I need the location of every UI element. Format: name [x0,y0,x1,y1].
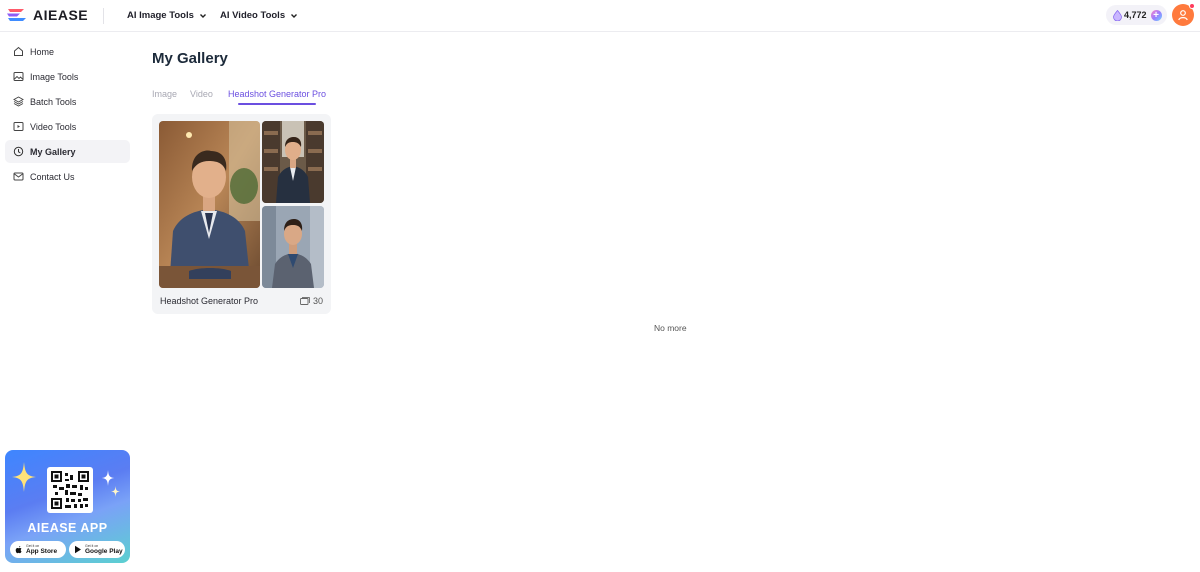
top-header: AIEASE AI Image Tools AI Video Tools 4,7… [0,0,1200,32]
active-tab-indicator [238,103,316,105]
google-play-icon [75,545,81,554]
sparkle-icon [111,486,120,497]
layers-icon [13,96,24,107]
user-icon [1178,10,1188,21]
google-play-button[interactable]: Get it on Google Play [69,541,125,558]
portrait-image [159,121,260,288]
page-title: My Gallery [152,50,228,67]
nav-label: AI Image Tools [127,10,194,21]
sidebar-item-label: Video Tools [30,121,77,132]
sparkle-icon [12,462,36,492]
credits-value: 4,772 [1124,10,1147,20]
brand-logo[interactable]: AIEASE [6,7,88,23]
history-icon [13,146,24,157]
sidebar-item-video-tools[interactable]: Video Tools [5,115,130,138]
home-icon [14,46,23,56]
headshot-thumbnail[interactable] [159,121,260,288]
image-icon [13,72,24,81]
sparkle-icon [101,470,115,486]
user-avatar[interactable] [1172,3,1195,26]
app-store-label: App Store [26,548,58,555]
sidebar-item-image-tools[interactable]: Image Tools [5,65,130,88]
promo-title: AIEASE APP [27,521,108,535]
sidebar-item-contact-us[interactable]: Contact Us [5,165,130,188]
qr-code-icon [51,471,89,509]
brand-name: AIEASE [33,7,89,23]
image-count: 30 [300,296,323,306]
headshot-thumbnail[interactable] [262,121,324,203]
sidebar-item-label: Contact Us [30,171,75,182]
tab-image[interactable]: Image [152,89,177,99]
sidebar-item-label: Batch Tools [30,96,77,107]
card-title: Headshot Generator Pro [160,296,259,306]
sidebar-item-batch-tools[interactable]: Batch Tools [5,90,130,113]
apple-icon [15,546,22,554]
video-icon [13,122,24,131]
nav-ai-image-tools[interactable]: AI Image Tools [127,10,207,21]
sidebar-item-label: Image Tools [30,71,79,82]
sidebar-item-label: My Gallery [30,146,76,157]
gem-icon [1113,9,1122,21]
notification-dot [1189,3,1195,9]
credits-badge[interactable]: 4,772 + [1106,5,1167,25]
headshot-thumbnail[interactable] [262,206,324,288]
nav-label: AI Video Tools [220,10,286,21]
image-count-value: 30 [313,296,324,306]
portrait-image [262,121,324,203]
tab-video[interactable]: Video [190,89,213,99]
chevron-down-icon [291,13,298,18]
chevron-down-icon [199,13,206,18]
logo-icon [7,9,26,21]
no-more-text: No more [654,323,687,333]
header-divider [103,8,104,24]
google-play-label: Google Play [85,548,123,555]
mail-icon [13,172,24,181]
sidebar-item-home[interactable]: Home [5,40,130,63]
nav-ai-video-tools[interactable]: AI Video Tools [220,10,298,21]
tab-headshot-generator-pro[interactable]: Headshot Generator Pro [228,89,326,99]
sidebar-item-label: Home [30,46,55,57]
images-icon [300,297,310,305]
portrait-image [262,206,324,288]
app-promo-card[interactable]: AIEASE APP Get it on App Store Get it on… [5,450,130,563]
qr-code [47,467,93,513]
gallery-card[interactable]: Headshot Generator Pro 30 [152,114,331,314]
sidebar-item-my-gallery[interactable]: My Gallery [5,140,130,163]
app-store-button[interactable]: Get it on App Store [10,541,66,558]
add-credits-icon[interactable]: + [1150,9,1162,21]
